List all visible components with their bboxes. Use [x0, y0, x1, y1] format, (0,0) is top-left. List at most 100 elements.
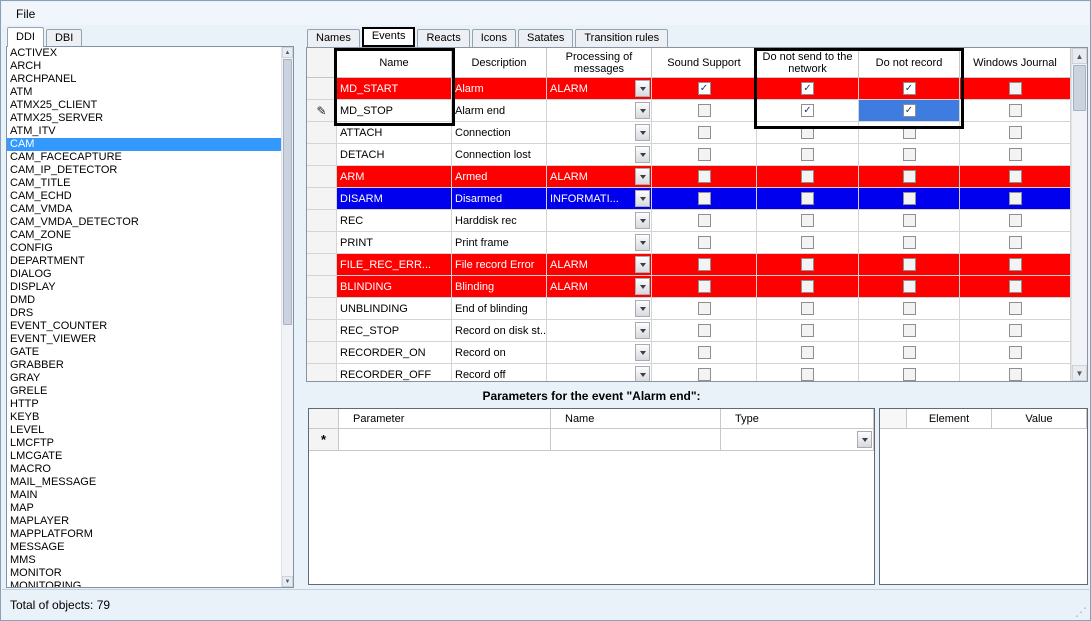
processing-combo[interactable]: ALARM: [547, 78, 652, 100]
sound-checkbox[interactable]: [698, 324, 711, 337]
event-description-cell[interactable]: Connection lost: [452, 144, 547, 166]
row-selector-cell[interactable]: [307, 122, 337, 144]
no-record-cell[interactable]: [859, 364, 960, 381]
no-network-cell[interactable]: ✓: [757, 100, 859, 122]
processing-combo[interactable]: [547, 144, 652, 166]
sound-checkbox[interactable]: [698, 302, 711, 315]
type-combo-cell[interactable]: [721, 429, 874, 451]
no-record-checkbox[interactable]: [903, 170, 916, 183]
no-network-cell[interactable]: [757, 210, 859, 232]
scroll-down-icon[interactable]: ▼: [1072, 365, 1087, 381]
processing-combo[interactable]: ALARM: [547, 166, 652, 188]
list-item[interactable]: MAPLAYER: [7, 515, 281, 528]
sound-checkbox[interactable]: [698, 346, 711, 359]
no-network-checkbox[interactable]: ✓: [801, 82, 814, 95]
list-item[interactable]: MAP: [7, 502, 281, 515]
scroll-thumb[interactable]: [1073, 65, 1086, 111]
event-description-cell[interactable]: Disarmed: [452, 188, 547, 210]
journal-cell[interactable]: [960, 276, 1071, 298]
column-header-no-record[interactable]: Do not record: [859, 48, 960, 78]
dropdown-button[interactable]: [635, 102, 650, 119]
list-item[interactable]: CAM_VMDA_DETECTOR: [7, 216, 281, 229]
no-network-cell[interactable]: [757, 320, 859, 342]
journal-cell[interactable]: [960, 364, 1071, 381]
no-network-checkbox[interactable]: [801, 346, 814, 359]
no-record-cell[interactable]: [859, 342, 960, 364]
sound-cell[interactable]: [652, 144, 757, 166]
no-network-cell[interactable]: [757, 364, 859, 381]
journal-checkbox[interactable]: [1009, 126, 1022, 139]
list-item[interactable]: MACRO: [7, 463, 281, 476]
list-item[interactable]: CAM_TITLE: [7, 177, 281, 190]
processing-combo[interactable]: [547, 342, 652, 364]
no-record-checkbox[interactable]: [903, 302, 916, 315]
no-record-cell[interactable]: [859, 144, 960, 166]
no-network-cell[interactable]: [757, 276, 859, 298]
journal-checkbox[interactable]: [1009, 302, 1022, 315]
sound-checkbox[interactable]: [698, 104, 711, 117]
event-description-cell[interactable]: Record on disk st...: [452, 320, 547, 342]
event-name-cell[interactable]: DETACH: [337, 144, 452, 166]
event-description-cell[interactable]: Blinding: [452, 276, 547, 298]
event-description-cell[interactable]: Armed: [452, 166, 547, 188]
tab-icons[interactable]: Icons: [472, 29, 516, 47]
dropdown-button[interactable]: [635, 190, 650, 207]
row-selector-cell[interactable]: [307, 254, 337, 276]
sound-cell[interactable]: [652, 100, 757, 122]
row-selector-cell[interactable]: [307, 166, 337, 188]
list-item[interactable]: ARCHPANEL: [7, 73, 281, 86]
column-header-type[interactable]: Type: [721, 409, 874, 429]
no-network-checkbox[interactable]: [801, 214, 814, 227]
list-item[interactable]: ACTIVEX: [7, 47, 281, 60]
sound-cell[interactable]: [652, 188, 757, 210]
list-item[interactable]: KEYB: [7, 411, 281, 424]
journal-checkbox[interactable]: [1009, 214, 1022, 227]
sound-checkbox[interactable]: [698, 126, 711, 139]
event-description-cell[interactable]: Print frame: [452, 232, 547, 254]
no-network-cell[interactable]: [757, 122, 859, 144]
list-item[interactable]: GRAY: [7, 372, 281, 385]
sound-checkbox[interactable]: [698, 192, 711, 205]
row-selector-cell[interactable]: ✎: [307, 100, 337, 122]
sound-cell[interactable]: [652, 342, 757, 364]
journal-checkbox[interactable]: [1009, 324, 1022, 337]
list-item[interactable]: CAM_FACECAPTURE: [7, 151, 281, 164]
no-record-checkbox[interactable]: [903, 214, 916, 227]
sound-cell[interactable]: [652, 320, 757, 342]
event-name-cell[interactable]: ATTACH: [337, 122, 452, 144]
no-record-cell[interactable]: [859, 188, 960, 210]
no-network-checkbox[interactable]: [801, 236, 814, 249]
list-item[interactable]: DIALOG: [7, 268, 281, 281]
processing-combo[interactable]: [547, 364, 652, 381]
dropdown-button[interactable]: [635, 80, 650, 97]
no-network-checkbox[interactable]: [801, 368, 814, 381]
no-record-checkbox[interactable]: [903, 236, 916, 249]
row-selector-cell[interactable]: [307, 232, 337, 254]
event-description-cell[interactable]: Alarm end: [452, 100, 547, 122]
event-name-cell[interactable]: MD_STOP: [337, 100, 452, 122]
journal-cell[interactable]: [960, 122, 1071, 144]
processing-combo[interactable]: [547, 320, 652, 342]
processing-combo[interactable]: ALARM: [547, 276, 652, 298]
list-item[interactable]: MAIN: [7, 489, 281, 502]
processing-combo[interactable]: [547, 210, 652, 232]
sound-checkbox[interactable]: ✓: [698, 82, 711, 95]
no-record-cell[interactable]: [859, 210, 960, 232]
no-network-checkbox[interactable]: [801, 170, 814, 183]
object-list-scrollbar[interactable]: ▲ ▼: [281, 47, 293, 587]
no-network-checkbox[interactable]: [801, 126, 814, 139]
row-selector-cell[interactable]: [307, 320, 337, 342]
event-name-cell[interactable]: BLINDING: [337, 276, 452, 298]
no-record-checkbox[interactable]: ✓: [903, 104, 916, 117]
no-network-checkbox[interactable]: [801, 302, 814, 315]
event-name-cell[interactable]: RECORDER_OFF: [337, 364, 452, 381]
row-selector-cell[interactable]: [307, 188, 337, 210]
list-item[interactable]: CAM_ZONE: [7, 229, 281, 242]
no-network-checkbox[interactable]: [801, 280, 814, 293]
no-network-cell[interactable]: [757, 144, 859, 166]
resize-grip-icon[interactable]: ⋰: [1075, 606, 1087, 618]
no-record-checkbox[interactable]: [903, 346, 916, 359]
sound-checkbox[interactable]: [698, 280, 711, 293]
event-name-cell[interactable]: RECORDER_ON: [337, 342, 452, 364]
list-item[interactable]: EVENT_COUNTER: [7, 320, 281, 333]
